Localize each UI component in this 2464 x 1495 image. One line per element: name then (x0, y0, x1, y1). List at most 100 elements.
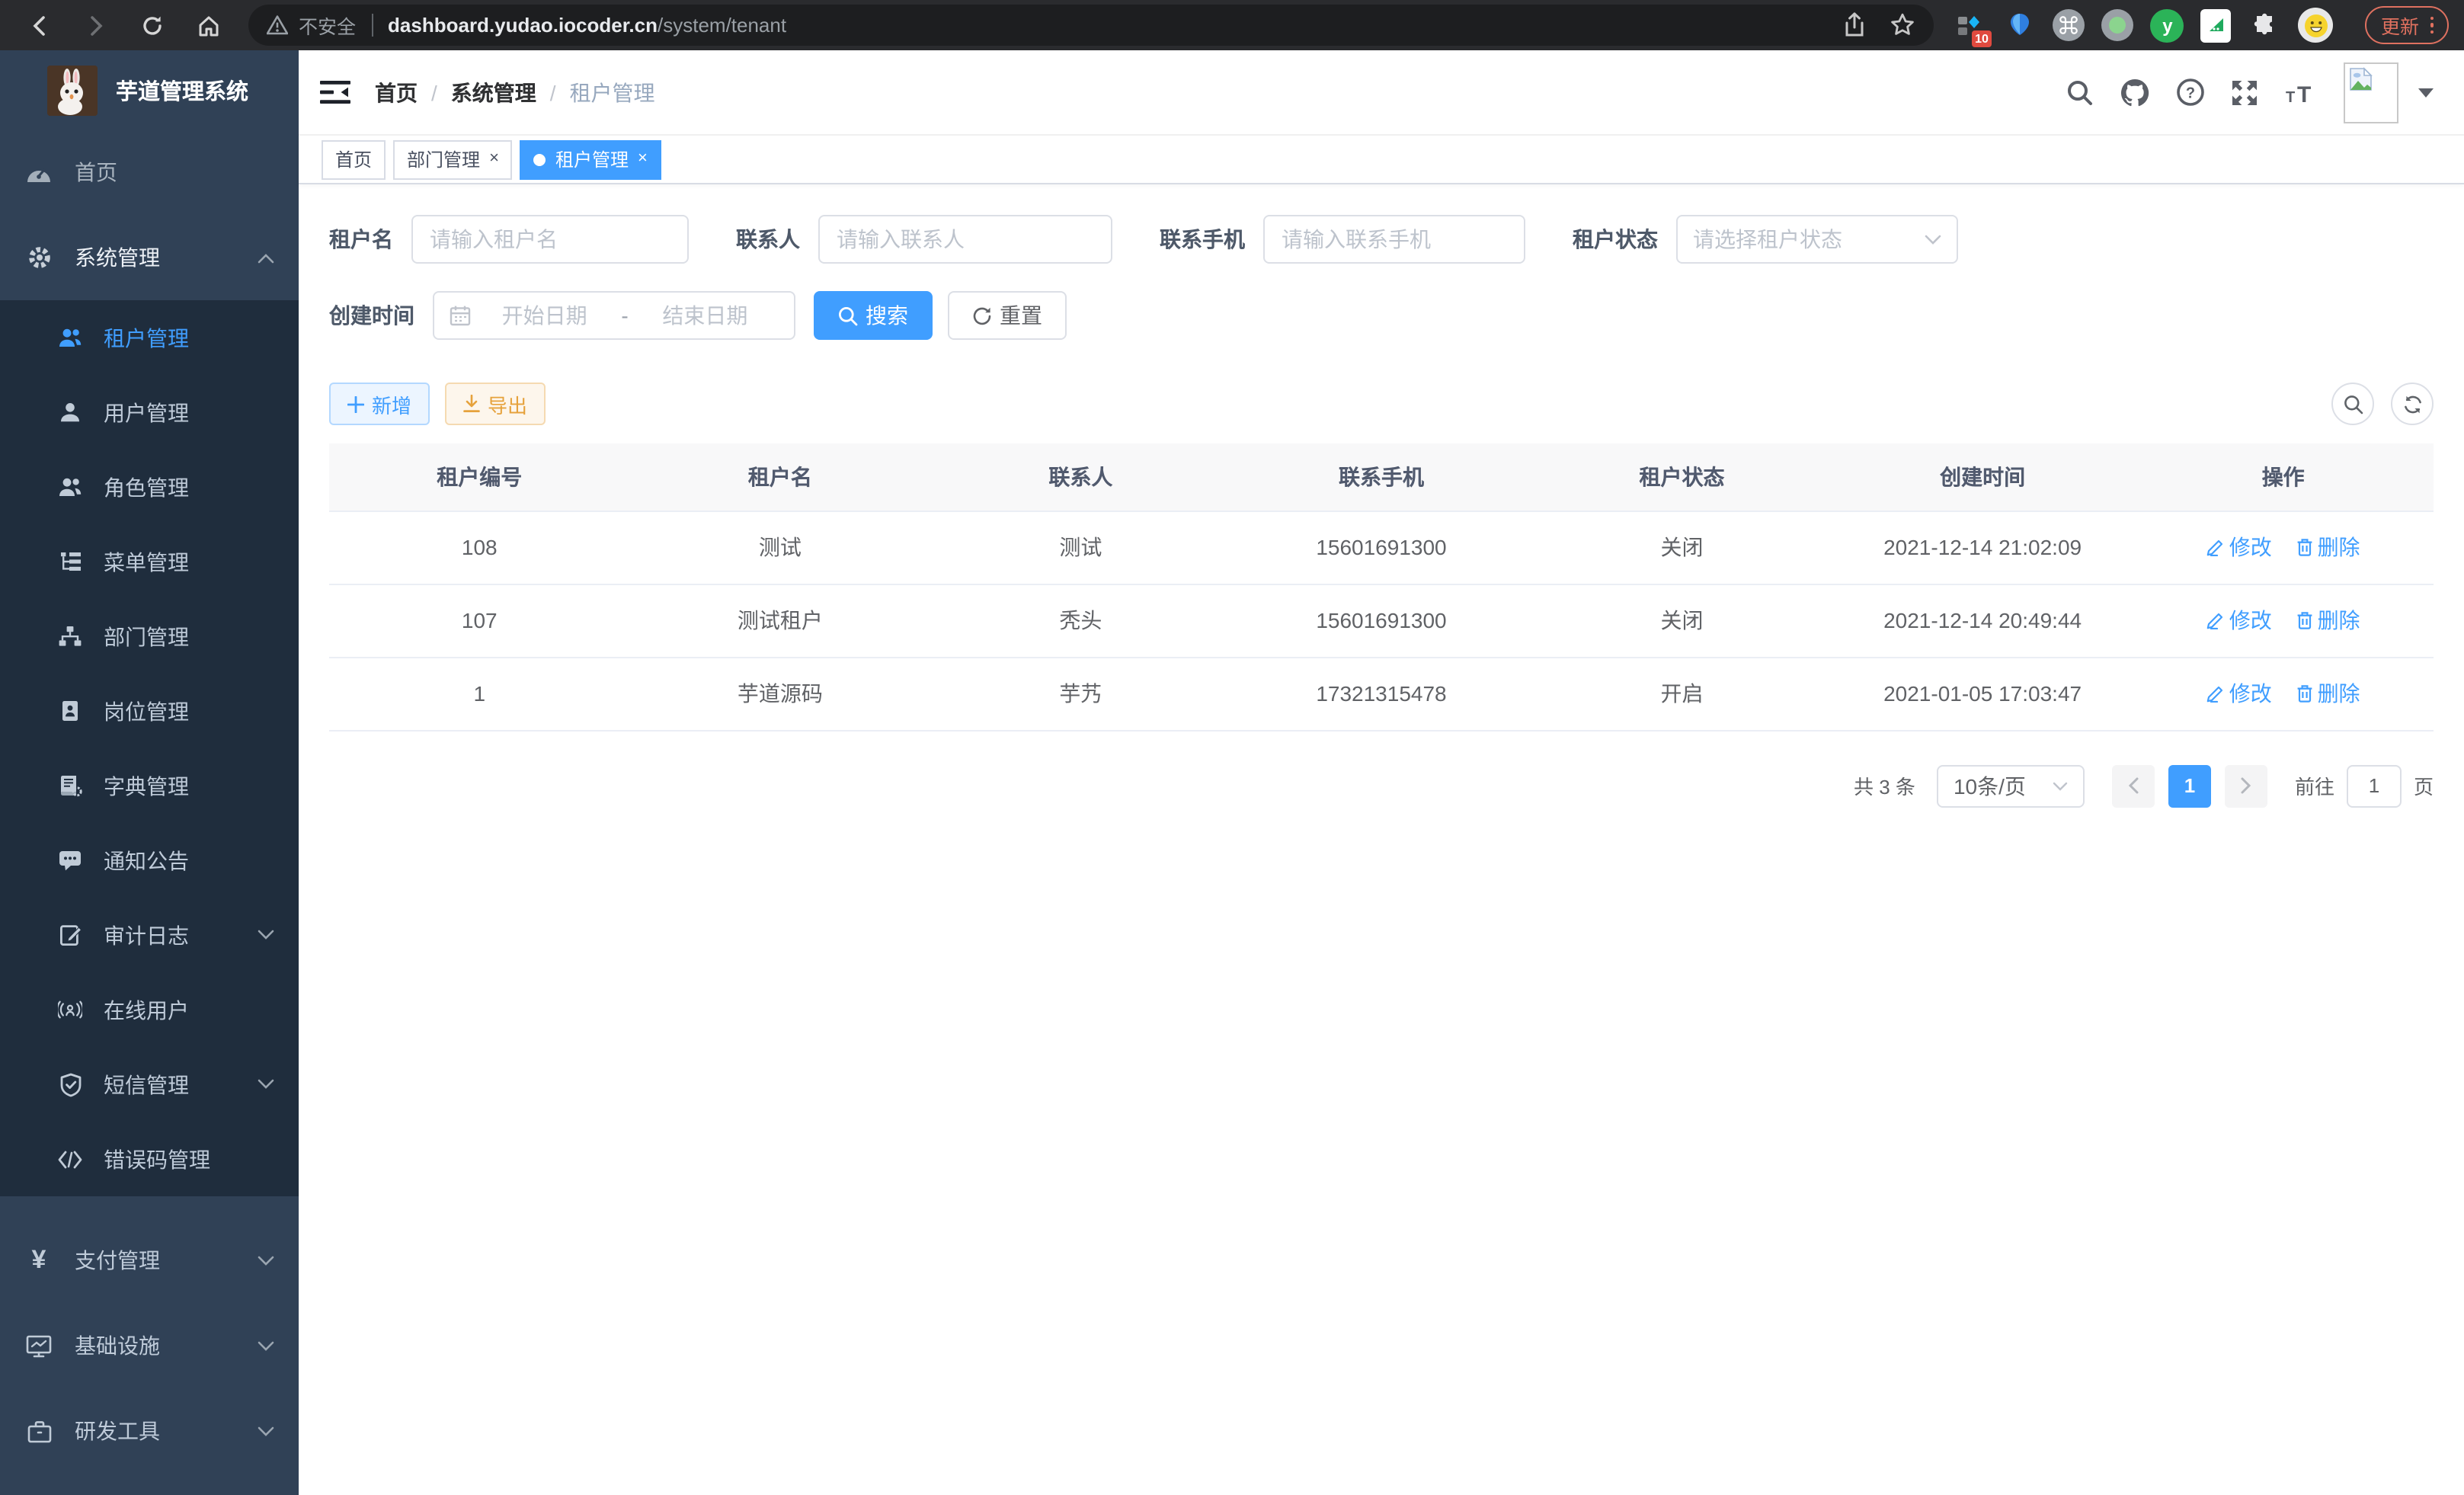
sidebar-item-errcode[interactable]: 错误码管理 (0, 1122, 299, 1196)
table-row: 108 测试 测试 15601691300 关闭 2021-12-14 21:0… (329, 511, 2434, 584)
extension-record-icon[interactable] (2102, 9, 2134, 41)
extension-grid-icon[interactable]: 10 (1953, 8, 1986, 42)
sidebar-item-online-user[interactable]: 在线用户 (0, 972, 299, 1047)
edit-button[interactable]: 修改 (2206, 532, 2272, 562)
sidebar-item-dept[interactable]: 部门管理 (0, 599, 299, 674)
home-icon[interactable] (194, 10, 224, 40)
chrome-update-button[interactable]: 更新 (2366, 6, 2449, 44)
status-text: 关闭 (1531, 511, 1832, 584)
tenant-name-input[interactable] (411, 215, 689, 264)
tab-tenant[interactable]: 租户管理 × (520, 139, 661, 179)
chevron-down-icon (1925, 234, 1941, 245)
search-button[interactable]: 搜索 (814, 291, 933, 340)
extensions-puzzle-icon[interactable] (2248, 8, 2282, 42)
post-badge-icon (58, 699, 82, 722)
extension-yuque-icon[interactable]: y (2151, 8, 2184, 42)
sidebar-item-role[interactable]: 角色管理 (0, 450, 299, 524)
sidebar-item-home[interactable]: 首页 (0, 130, 299, 215)
breadcrumb-system[interactable]: 系统管理 (451, 77, 536, 107)
errcode-code-icon (58, 1150, 82, 1168)
tab-dept[interactable]: 部门管理 × (393, 139, 513, 179)
svg-text:T: T (2297, 82, 2311, 104)
close-icon[interactable]: × (489, 151, 499, 168)
col-status: 租户状态 (1531, 443, 1832, 511)
tenant-users-icon (58, 326, 82, 349)
profile-avatar[interactable] (2299, 8, 2334, 43)
sidebar-item-sms[interactable]: 短信管理 (0, 1047, 299, 1122)
sidebar-item-system[interactable]: 系统管理 (0, 215, 299, 300)
sidebar-item-post[interactable]: 岗位管理 (0, 674, 299, 748)
create-time-range-picker[interactable]: 开始日期 - 结束日期 (433, 291, 795, 340)
back-icon[interactable] (24, 10, 55, 40)
sidebar-item-audit-log[interactable]: 审计日志 (0, 898, 299, 972)
settings-gear-icon (26, 245, 52, 270)
chevron-left-icon (2127, 777, 2139, 794)
trash-icon (2296, 611, 2313, 629)
sidebar-item-notice[interactable]: 通知公告 (0, 823, 299, 898)
page-number-button[interactable]: 1 (2168, 764, 2211, 807)
edit-pencil-icon (2206, 684, 2225, 703)
page-size-select[interactable]: 10条/页 (1937, 764, 2085, 807)
search-icon (2343, 394, 2363, 414)
goto-page-input[interactable] (2347, 764, 2402, 807)
sidebar-collapse-icon[interactable] (320, 79, 350, 105)
sidebar-item-dict[interactable]: 字典管理 (0, 748, 299, 823)
sidebar-item-tenant[interactable]: 租户管理 (0, 300, 299, 375)
export-button[interactable]: 导出 (445, 383, 546, 425)
font-size-icon[interactable]: TT (2284, 80, 2318, 104)
breadcrumb-home[interactable]: 首页 (375, 77, 418, 107)
delete-button[interactable]: 删除 (2296, 678, 2360, 709)
mobile-input[interactable] (1263, 215, 1525, 264)
security-label[interactable]: 不安全 (299, 11, 356, 40)
trash-icon (2296, 684, 2313, 703)
reset-button[interactable]: 重置 (948, 291, 1067, 340)
url-text[interactable]: dashboard.yudao.iocoder.cn/system/tenant (388, 14, 1828, 37)
sidebar-item-payment[interactable]: ¥ 支付管理 (0, 1218, 299, 1303)
page-unit-label: 页 (2414, 771, 2434, 800)
extension-docs-icon[interactable] (2201, 8, 2232, 42)
tab-home[interactable]: 首页 (322, 139, 386, 179)
extension-command-icon[interactable] (2053, 9, 2085, 41)
help-icon[interactable]: ? (2176, 78, 2205, 107)
chrome-menu-dots-icon[interactable] (2430, 17, 2434, 34)
add-button[interactable]: 新增 (329, 383, 430, 425)
github-icon[interactable] (2120, 77, 2150, 107)
reload-icon[interactable] (137, 10, 168, 40)
extension-balloon-icon[interactable] (2003, 8, 2037, 42)
status-select[interactable]: 请选择租户状态 (1676, 215, 1958, 264)
address-bar[interactable]: 不安全 dashboard.yudao.iocoder.cn/system/te… (248, 5, 1934, 46)
edit-button[interactable]: 修改 (2206, 678, 2272, 709)
prev-page-button[interactable] (2112, 764, 2155, 807)
user-icon (58, 401, 82, 424)
browser-toolbar: 不安全 dashboard.yudao.iocoder.cn/system/te… (0, 0, 2464, 50)
avatar-caret-down-icon[interactable] (2418, 88, 2434, 97)
delete-button[interactable]: 删除 (2296, 532, 2360, 562)
audit-log-icon (58, 924, 82, 946)
edit-pencil-icon (2206, 538, 2225, 556)
header-search-icon[interactable] (2066, 78, 2094, 106)
share-icon[interactable] (1843, 12, 1867, 38)
chevron-down-icon (258, 1340, 274, 1351)
warning-icon (267, 15, 288, 35)
screen: 不安全 dashboard.yudao.iocoder.cn/system/te… (0, 0, 2464, 1495)
next-page-button[interactable] (2225, 764, 2267, 807)
sidebar-item-menu[interactable]: 菜单管理 (0, 524, 299, 599)
breadcrumb: 首页 / 系统管理 / 租户管理 (375, 77, 2066, 107)
close-icon[interactable]: × (638, 151, 648, 168)
refresh-icon (2402, 394, 2422, 414)
sidebar-item-user[interactable]: 用户管理 (0, 375, 299, 450)
bookmark-star-icon[interactable] (1890, 12, 1916, 38)
table-search-toggle-button[interactable] (2331, 383, 2374, 425)
contact-input[interactable] (818, 215, 1112, 264)
pagination: 共 3 条 10条/页 1 前往 页 (329, 764, 2434, 807)
table-refresh-button[interactable] (2391, 383, 2434, 425)
delete-button[interactable]: 删除 (2296, 605, 2360, 635)
user-avatar[interactable] (2344, 62, 2398, 123)
app-logo[interactable]: 芋道管理系统 (0, 50, 299, 130)
forward-icon[interactable] (81, 10, 111, 40)
sidebar-item-infra[interactable]: 基础设施 (0, 1303, 299, 1388)
sidebar: 芋道管理系统 首页 系统管理 租户管理 (0, 50, 299, 1495)
edit-button[interactable]: 修改 (2206, 605, 2272, 635)
fullscreen-icon[interactable] (2231, 78, 2258, 106)
sidebar-item-devtools[interactable]: 研发工具 (0, 1388, 299, 1474)
